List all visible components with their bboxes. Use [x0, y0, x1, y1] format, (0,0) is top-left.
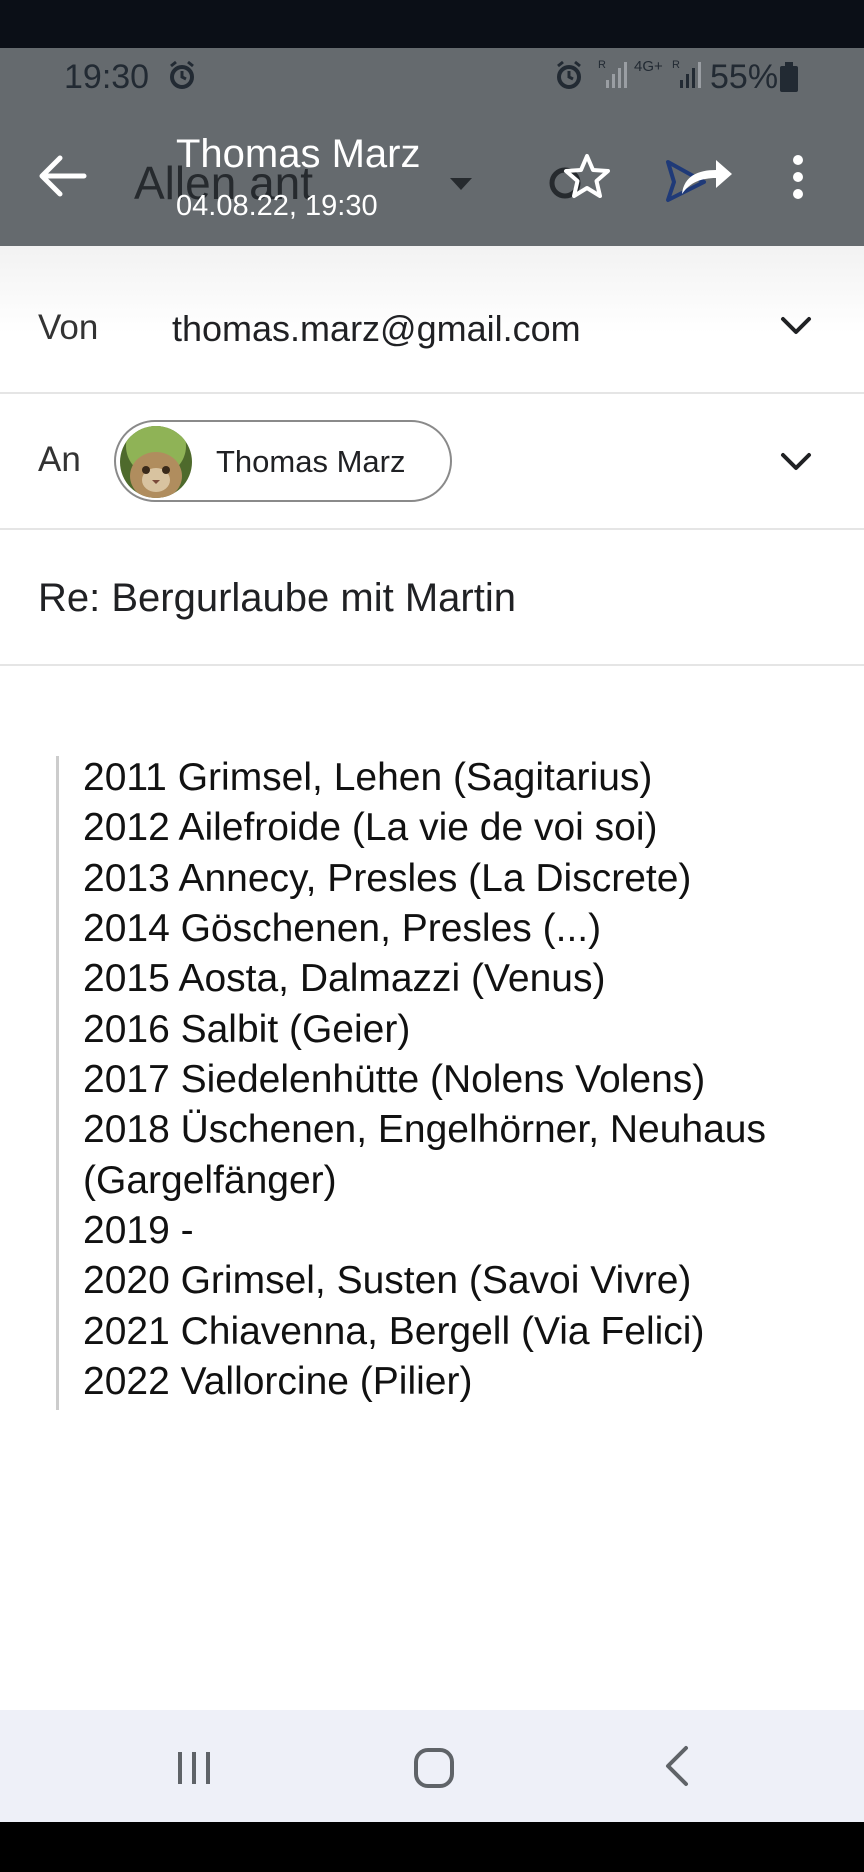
quote-line: 2021 Chiavenna, Bergell (Via Felici) — [83, 1310, 705, 1353]
signal-icon: R — [672, 59, 701, 88]
alarm-icon — [557, 60, 581, 89]
recent-apps-icon[interactable] — [174, 1750, 214, 1786]
svg-text:R: R — [598, 59, 606, 71]
nav-back-icon[interactable] — [662, 1744, 692, 1788]
quote-line: 2016 Salbit (Geier) — [83, 1008, 411, 1051]
quote-line: 2015 Aosta, Dalmazzi (Venus) — [83, 957, 606, 1000]
avatar — [120, 426, 192, 498]
subject-line: Re: Bergurlaube mit Martin — [38, 576, 516, 620]
battery-percent: 55% — [710, 58, 779, 96]
sender-name: Thomas Marz — [176, 132, 421, 176]
quote-line: 2017 Siedelenhütte (Nolens Volens) — [83, 1058, 706, 1101]
quote-line: 2012 Ailefroide (La vie de voi soi) — [83, 806, 658, 849]
to-row[interactable]: An Thomas Marz — [0, 394, 864, 530]
svg-text:R: R — [672, 59, 680, 71]
quote-line: (Gargelfänger) — [83, 1159, 337, 1202]
bottom-black-band — [0, 1822, 864, 1872]
from-address: thomas.marz@gmail.com — [172, 308, 581, 349]
star-icon[interactable] — [562, 152, 612, 202]
quote-line: 2022 Vallorcine (Pilier) — [83, 1360, 473, 1403]
back-arrow-icon[interactable] — [36, 154, 88, 198]
app-bar: 19:30 R 4G+ R 55% Allen ant Thomas Marz … — [0, 48, 864, 246]
forward-icon[interactable] — [664, 154, 734, 204]
quote-line: 2014 Göschenen, Presles (...) — [83, 907, 602, 950]
recipient-chip[interactable]: Thomas Marz — [114, 420, 452, 502]
chevron-down-icon[interactable] — [780, 316, 812, 336]
status-time: 19:30 — [64, 58, 150, 96]
battery-icon — [780, 62, 798, 92]
quote-line: 2018 Üschenen, Engelhörner, Neuhaus — [83, 1108, 766, 1151]
chevron-down-icon[interactable] — [780, 452, 812, 472]
system-nav-bar — [0, 1710, 864, 1822]
alarm-icon — [170, 60, 194, 89]
subject-row: Re: Bergurlaube mit Martin — [0, 530, 864, 666]
quote-line: 2011 Grimsel, Lehen (Sagitarius) — [83, 756, 653, 799]
signal-icon: R — [598, 59, 627, 88]
from-row[interactable]: Von thomas.marz@gmail.com — [0, 246, 864, 394]
quote-line: 2019 - — [83, 1209, 194, 1252]
more-vert-icon[interactable] — [790, 154, 806, 200]
quoted-text-block: 2011 Grimsel, Lehen (Sagitarius) 2012 Ai… — [56, 756, 859, 1410]
to-label: An — [38, 440, 81, 479]
top-black-band — [0, 0, 864, 48]
quote-line: 2020 Grimsel, Susten (Savoi Vivre) — [83, 1259, 692, 1302]
message-date: 04.08.22, 19:30 — [176, 190, 378, 222]
network-type: 4G+ — [634, 58, 663, 75]
home-icon[interactable] — [412, 1746, 456, 1790]
recipient-name: Thomas Marz — [216, 444, 406, 479]
status-bar: 19:30 R 4G+ R 55% — [0, 48, 864, 108]
quote-line: 2013 Annecy, Presles (La Discrete) — [83, 857, 692, 900]
caret-down-icon — [450, 178, 472, 190]
from-label: Von — [38, 308, 99, 347]
